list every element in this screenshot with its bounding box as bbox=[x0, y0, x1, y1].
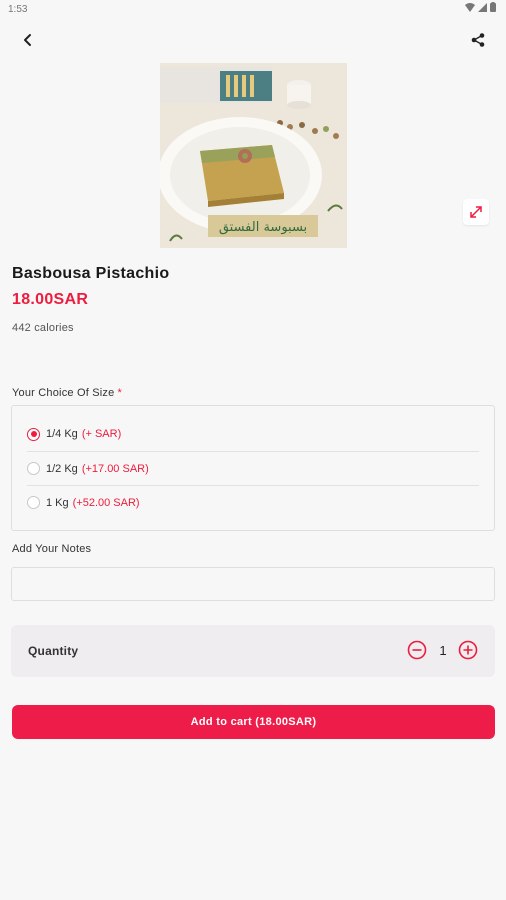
size-group-label: Your Choice Of Size * bbox=[12, 387, 122, 399]
basbousa-illustration: بسبوسة الفستق bbox=[160, 63, 347, 248]
expand-image-button[interactable] bbox=[463, 199, 489, 225]
back-button[interactable] bbox=[14, 26, 42, 54]
status-icons bbox=[465, 2, 496, 12]
size-option-extra: (+ SAR) bbox=[81, 428, 122, 440]
expand-icon bbox=[470, 206, 482, 218]
share-button[interactable] bbox=[464, 26, 492, 54]
product-price: 18.00SAR bbox=[12, 291, 89, 308]
radio-selected-icon[interactable] bbox=[27, 427, 40, 441]
wifi-icon bbox=[465, 2, 475, 12]
signal-icon bbox=[478, 2, 487, 12]
required-mark: * bbox=[117, 387, 122, 399]
product-image[interactable]: بسبوسة الفستق bbox=[160, 63, 347, 248]
chevron-left-icon bbox=[24, 34, 31, 46]
radio-icon[interactable] bbox=[27, 462, 40, 475]
radio-icon[interactable] bbox=[27, 496, 40, 509]
product-name: Basbousa Pistachio bbox=[12, 265, 170, 282]
status-bar: 1:53 bbox=[0, 0, 506, 20]
size-group-label-text: Your Choice Of Size bbox=[12, 387, 115, 399]
battery-icon bbox=[490, 2, 496, 12]
size-option-extra: (+17.00 SAR) bbox=[81, 462, 149, 475]
plus-circle-icon[interactable] bbox=[458, 640, 478, 660]
quantity-value: 1 bbox=[439, 643, 447, 658]
app-bar bbox=[0, 20, 506, 60]
add-to-cart-button[interactable]: Add to cart (18.00SAR) bbox=[12, 705, 495, 739]
product-calories: 442 calories bbox=[12, 322, 74, 334]
size-option-extra: (+52.00 SAR) bbox=[72, 496, 140, 509]
minus-circle-icon[interactable] bbox=[407, 640, 427, 660]
size-option-name: 1/2 Kg bbox=[46, 462, 78, 475]
notes-input[interactable] bbox=[11, 567, 495, 601]
share-icon bbox=[471, 33, 485, 47]
image-caption: بسبوسة الفستق bbox=[219, 220, 307, 235]
size-options: 1/4 Kg (+ SAR) 1/2 Kg (+17.00 SAR) 1 Kg … bbox=[11, 405, 495, 531]
status-time: 1:53 bbox=[8, 4, 28, 15]
size-option-half-kg[interactable]: 1/2 Kg (+17.00 SAR) bbox=[27, 451, 479, 485]
size-option-name: 1 Kg bbox=[46, 496, 69, 509]
notes-label: Add Your Notes bbox=[12, 543, 92, 555]
size-option-quarter-kg[interactable]: 1/4 Kg (+ SAR) bbox=[27, 417, 479, 451]
size-option-name: 1/4 Kg bbox=[46, 428, 78, 440]
size-option-one-kg[interactable]: 1 Kg (+52.00 SAR) bbox=[27, 485, 479, 519]
quantity-stepper: Quantity 1 bbox=[11, 625, 495, 677]
quantity-label: Quantity bbox=[28, 644, 79, 658]
